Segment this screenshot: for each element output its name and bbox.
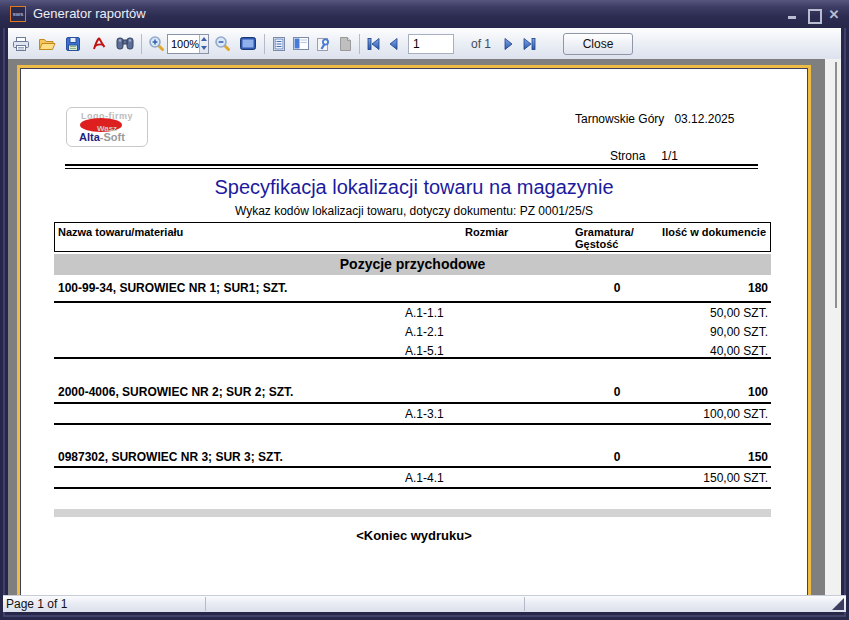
export-pdf-button[interactable] [86, 32, 112, 56]
toolbar: 100% [8, 28, 841, 59]
page-setup-icon [314, 36, 332, 52]
end-of-print-label: <Koniec wydruku> [21, 528, 807, 543]
report-preview-window: sws Generator raportów ✕ [0, 0, 849, 620]
title-bar: sws Generator raportów ✕ [0, 0, 849, 28]
zoom-spin-arrows[interactable] [199, 35, 208, 53]
resize-grip[interactable] [832, 598, 844, 610]
zoom-in-button[interactable] [145, 32, 167, 56]
vertical-scrollbar-thumb[interactable] [835, 62, 837, 308]
close-preview-button[interactable]: Close [563, 33, 633, 55]
zoom-out-button[interactable] [209, 32, 235, 56]
zoom-in-icon [148, 35, 165, 52]
window-title: Generator raportów [33, 6, 146, 21]
page-setup-button[interactable] [312, 32, 334, 56]
report-city-date: Tarnowskie Góry03.12.2025 [575, 112, 734, 126]
first-page-icon [366, 37, 381, 51]
table-row: 2000-4006, SUROWIEC NR 2; SUR 2; SZT. 0 … [54, 385, 771, 401]
location-row: A.1-2.1 90,00 SZT. [54, 325, 771, 341]
report-page: Logo-firmy Wasz Alta-Soft Tarnowskie Gór… [17, 65, 811, 595]
zoom-value: 100% [168, 35, 199, 53]
location-row: A.1-4.1 150,00 SZT. [54, 471, 771, 487]
edit-page-icon [337, 36, 353, 52]
status-bar: Page 1 of 1 [3, 595, 846, 612]
zoom-spinbox[interactable]: 100% [167, 34, 209, 54]
app-icon: sws [10, 6, 26, 22]
open-button[interactable] [34, 32, 60, 56]
whole-page-button[interactable] [235, 32, 261, 56]
save-button[interactable] [60, 32, 86, 56]
prev-page-button[interactable] [383, 32, 403, 56]
report-page-number: Strona1/1 [610, 149, 678, 163]
thumbnails-icon [292, 36, 310, 51]
page-number-input[interactable]: 1 [408, 34, 454, 54]
outline-button[interactable] [268, 32, 290, 56]
footer-separator [54, 509, 771, 517]
location-row: A.1-3.1 100,00 SZT. [54, 407, 771, 423]
last-page-button[interactable] [519, 32, 539, 56]
close-window-button[interactable]: ✕ [828, 8, 840, 21]
find-icon [115, 36, 135, 51]
thumbnails-button[interactable] [290, 32, 312, 56]
report-subtitle: Wykaz kodów lokalizacji towaru, dotyczy … [21, 204, 807, 218]
vertical-scrollbar[interactable] [825, 59, 841, 595]
export-pdf-icon [91, 36, 107, 52]
prev-page-icon [386, 37, 400, 51]
report-preview-area: Logo-firmy Wasz Alta-Soft Tarnowskie Gór… [8, 59, 841, 595]
first-page-button[interactable] [363, 32, 383, 56]
last-page-icon [522, 37, 537, 51]
table-header: Nazwa towaru/materiału Rozmiar Gramatura… [54, 222, 771, 252]
spin-up-icon[interactable] [200, 35, 208, 44]
company-logo: Logo-firmy Wasz Alta-Soft [66, 107, 148, 147]
print-icon [12, 36, 30, 52]
open-icon [38, 36, 56, 52]
header-divider [65, 164, 758, 169]
next-page-icon [502, 37, 516, 51]
spin-down-icon[interactable] [200, 44, 208, 53]
whole-page-icon [239, 36, 257, 51]
table-row: 100-99-34, SUROWIEC NR 1; SUR1; SZT. 0 1… [54, 281, 771, 297]
edit-page-button[interactable] [334, 32, 356, 56]
table-row: 0987302, SUROWIEC NR 3; SUR 3; SZT. 0 15… [54, 450, 771, 466]
location-row: A.1-1.1 50,00 SZT. [54, 306, 771, 322]
next-page-button[interactable] [499, 32, 519, 56]
find-button[interactable] [112, 32, 138, 56]
page-count-label: of 1 [471, 37, 491, 51]
report-title: Specyfikacja lokalizacji towaru na magaz… [21, 176, 807, 199]
print-button[interactable] [8, 32, 34, 56]
maximize-button[interactable] [807, 8, 819, 21]
outline-icon [271, 36, 287, 52]
save-icon [65, 36, 81, 52]
status-page-label: Page 1 of 1 [6, 597, 67, 611]
minimize-button[interactable] [786, 8, 798, 21]
zoom-out-icon [214, 35, 231, 52]
section-header: Pozycje przychodowe [54, 254, 771, 275]
